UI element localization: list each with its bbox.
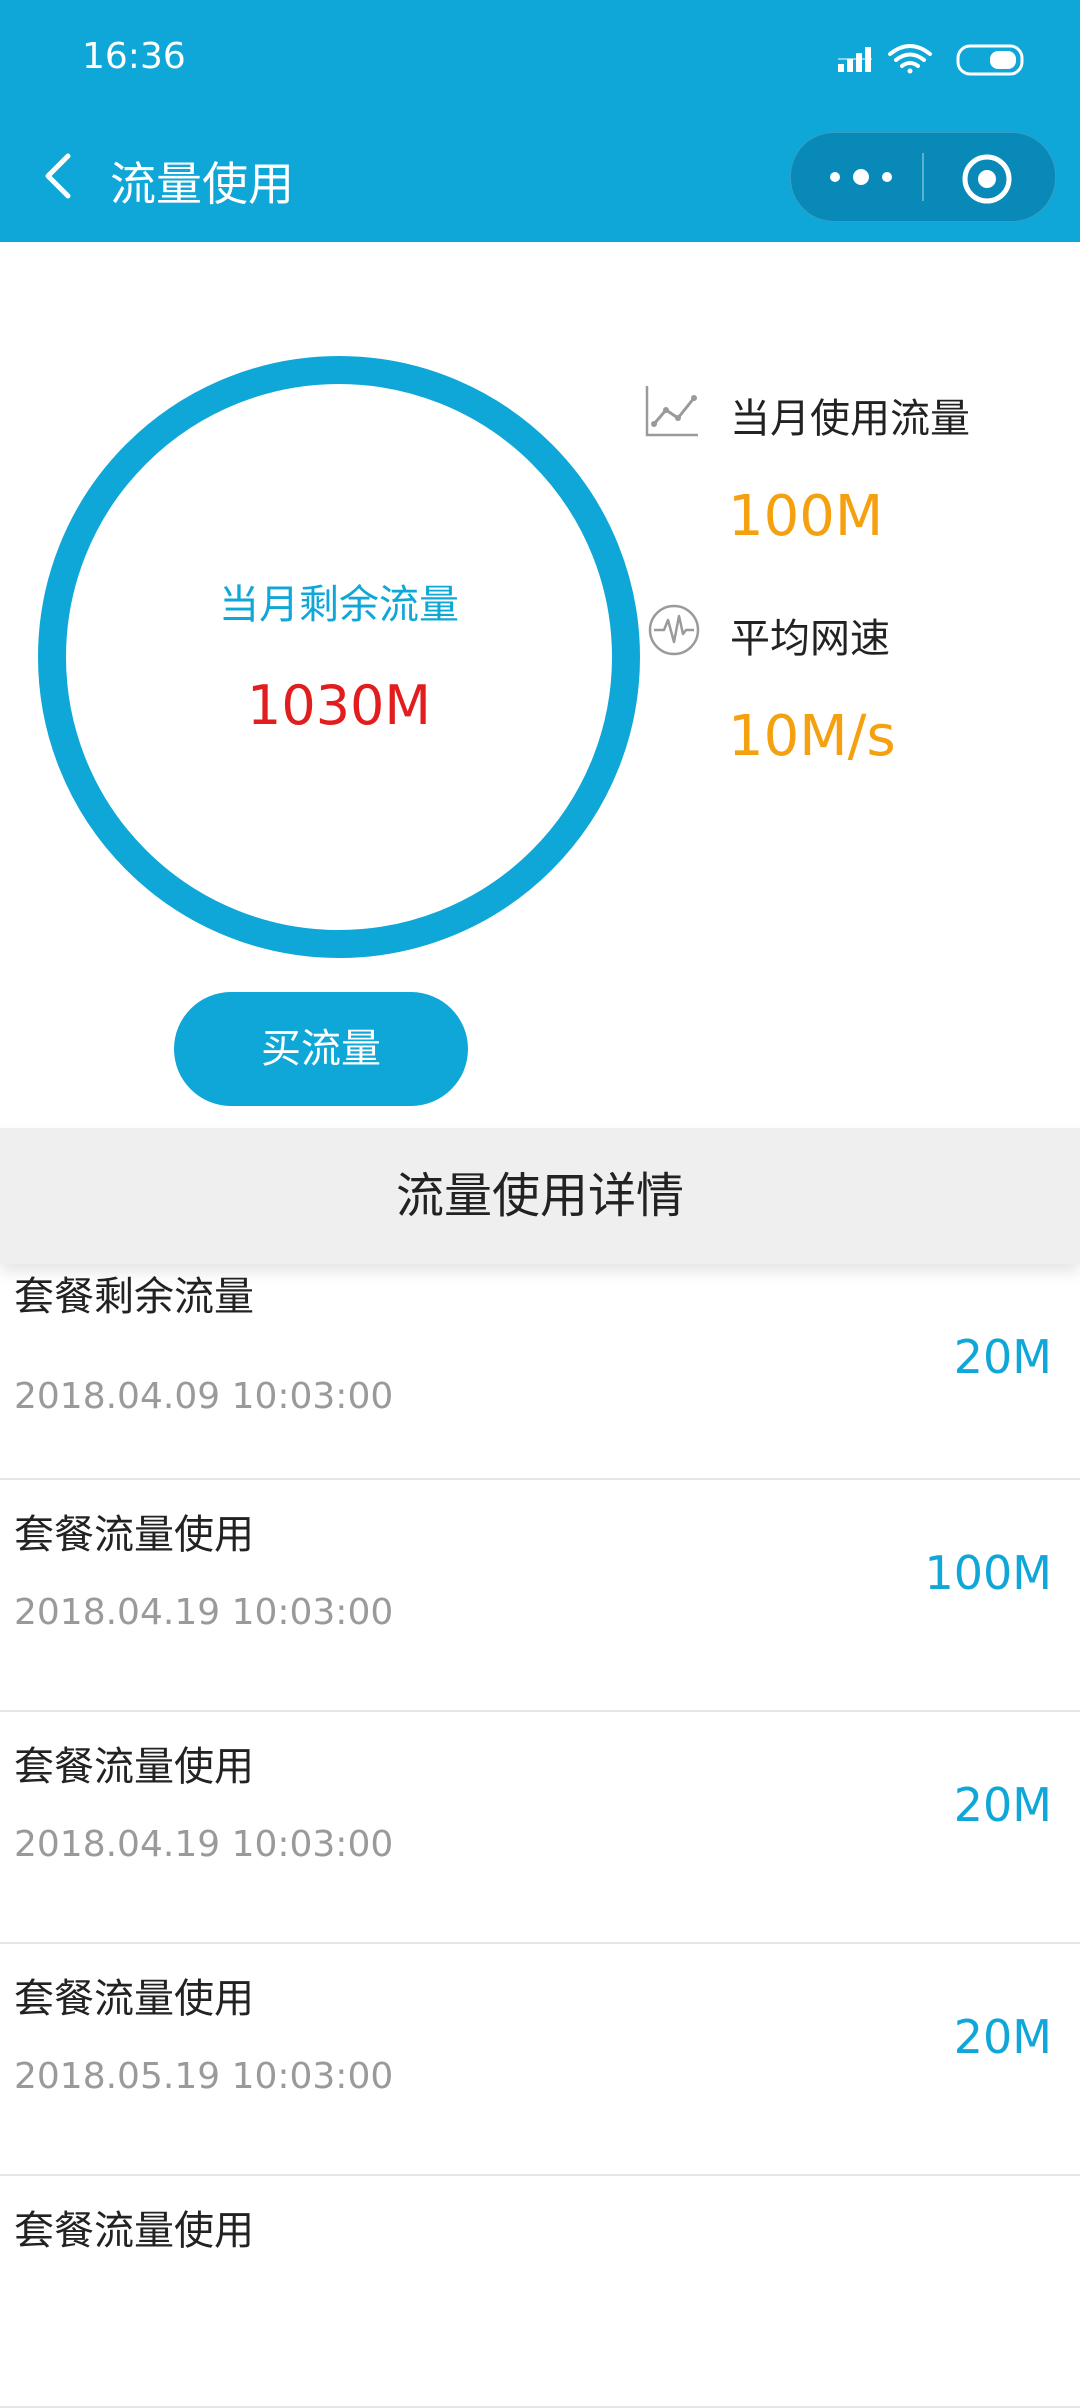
item-time: 2018.04.19 10:03:00 (14, 1592, 394, 1633)
more-button[interactable] (821, 159, 901, 195)
more-dots-icon (830, 169, 892, 185)
item-time: 2018.04.19 10:03:00 (14, 1824, 394, 1865)
used-value: 100M (728, 484, 884, 549)
status-time: 16:36 (82, 36, 186, 77)
signal-icon (838, 47, 872, 72)
list-item[interactable]: 套餐流量使用 2018.05.19 10:03:00 20M (0, 1944, 1080, 2176)
list-item[interactable]: 套餐流量使用 (0, 2176, 1080, 2408)
wifi-icon (888, 44, 932, 74)
speed-label: 平均网速 (730, 616, 890, 662)
close-program-button[interactable] (959, 151, 1015, 207)
list-item[interactable]: 套餐剩余流量 2018.04.09 10:03:00 20M (0, 1264, 1080, 1480)
item-name: 套餐剩余流量 (14, 1274, 254, 1320)
details-list: 套餐剩余流量 2018.04.09 10:03:00 20M 套餐流量使用 20… (0, 1264, 1080, 2408)
buy-traffic-button[interactable]: 买流量 (174, 992, 468, 1106)
capsule-divider (922, 153, 924, 201)
details-header: 流量使用详情 (0, 1128, 1080, 1264)
speed-value: 10M/s (728, 704, 896, 769)
line-chart-icon (644, 382, 700, 438)
item-name: 套餐流量使用 (14, 1976, 254, 2022)
status-icons (838, 40, 1038, 80)
item-name: 套餐流量使用 (14, 2208, 254, 2254)
used-label: 当月使用流量 (730, 396, 970, 442)
top-bar: 16:36 流量使用 (0, 0, 1080, 242)
battery-icon (956, 44, 1024, 76)
item-name: 套餐流量使用 (14, 1744, 254, 1790)
remaining-value: 1030M (246, 674, 432, 737)
back-button[interactable] (32, 146, 92, 206)
item-amount: 20M (953, 1330, 1052, 1384)
item-amount: 20M (953, 1778, 1052, 1832)
remaining-traffic-ring (38, 356, 640, 958)
page-title: 流量使用 (110, 157, 294, 211)
mini-program-capsule (790, 132, 1056, 222)
chevron-left-icon (45, 153, 71, 199)
remaining-label: 当月剩余流量 (219, 582, 459, 628)
item-time: 2018.05.19 10:03:00 (14, 2056, 394, 2097)
pulse-icon (646, 602, 702, 658)
item-time: 2018.04.09 10:03:00 (14, 1376, 394, 1417)
item-amount: 100M (924, 1546, 1053, 1600)
item-amount: 20M (953, 2010, 1052, 2064)
list-item[interactable]: 套餐流量使用 2018.04.19 10:03:00 100M (0, 1480, 1080, 1712)
target-icon (962, 154, 1012, 204)
list-item[interactable]: 套餐流量使用 2018.04.19 10:03:00 20M (0, 1712, 1080, 1944)
item-name: 套餐流量使用 (14, 1512, 254, 1558)
